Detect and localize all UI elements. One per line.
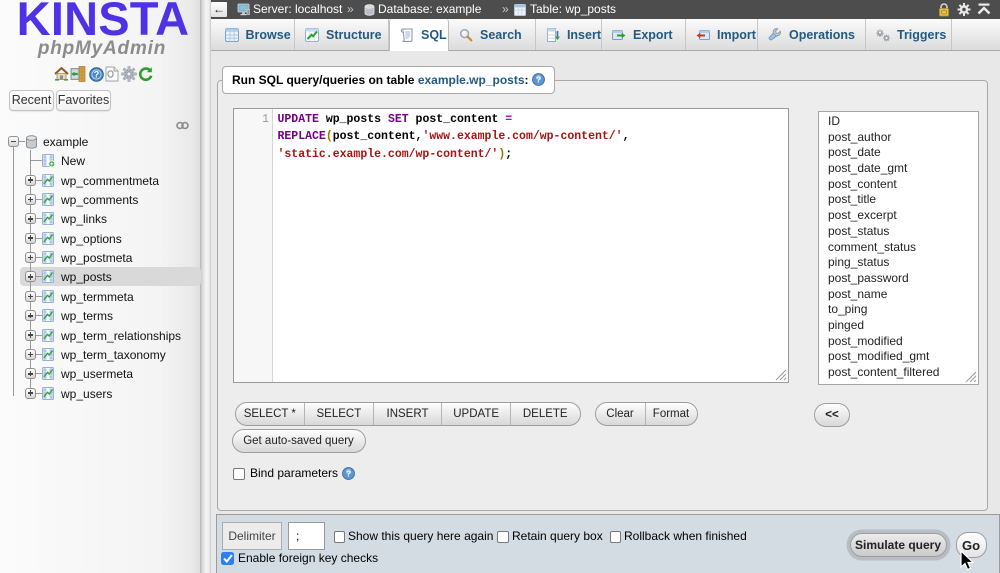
- svg-text:?: ?: [345, 469, 350, 479]
- svg-text:?: ?: [536, 75, 541, 85]
